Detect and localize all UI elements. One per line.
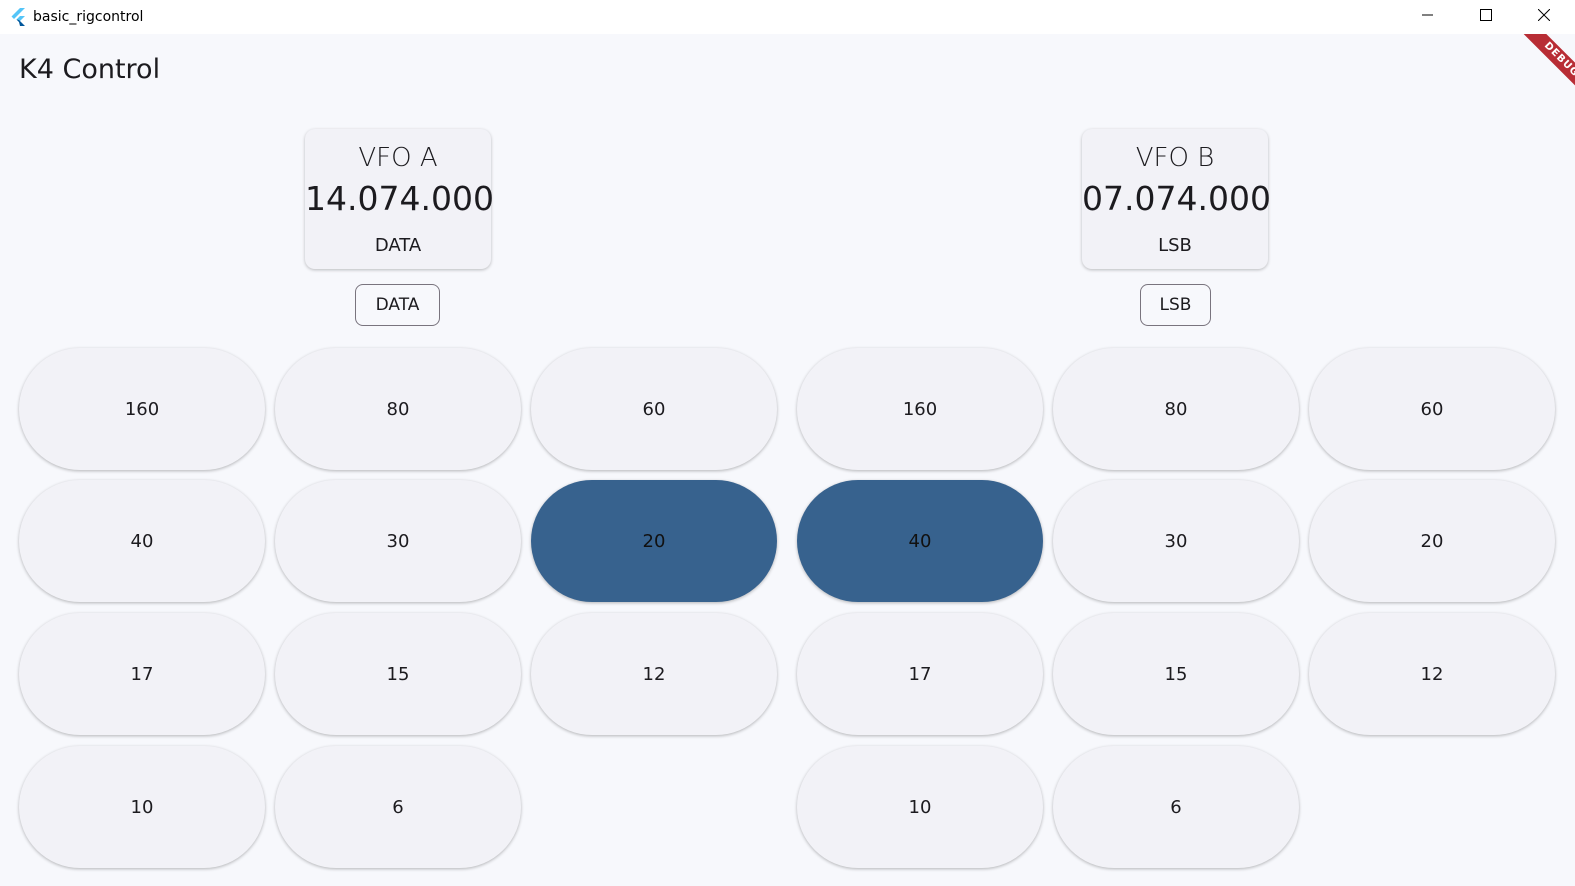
vfo-a-band-button[interactable]: 80 (275, 348, 521, 470)
vfo-a-band-button[interactable]: 12 (531, 613, 777, 735)
vfo-b-band-button[interactable]: 160 (797, 348, 1043, 470)
minimize-button[interactable] (1399, 0, 1457, 34)
vfo-b-mode-button[interactable]: LSB (1140, 284, 1211, 326)
close-icon (1537, 8, 1551, 26)
minimize-icon (1422, 8, 1434, 26)
vfo-b-band-button[interactable]: 80 (1053, 348, 1299, 470)
flutter-logo-icon (9, 7, 29, 27)
window-title: basic_rigcontrol (33, 9, 144, 25)
maximize-icon (1480, 8, 1492, 26)
debug-banner-label: DEBUG (1519, 34, 1575, 102)
vfo-b-band-button[interactable]: 6 (1053, 746, 1299, 868)
vfo-a-mode: DATA (374, 235, 422, 256)
vfo-a-band-button[interactable]: 60 (531, 348, 777, 470)
debug-banner: DEBUG (1505, 34, 1575, 104)
maximize-button[interactable] (1457, 0, 1515, 34)
vfo-b-label: VFO B (1135, 143, 1215, 173)
vfo-a-band-button[interactable]: 15 (275, 613, 521, 735)
vfo-a-label: VFO A (358, 143, 438, 173)
vfo-b-band-button[interactable]: 20 (1309, 480, 1555, 602)
vfo-a-band-button[interactable]: 6 (275, 746, 521, 868)
vfo-b-band-button[interactable]: 15 (1053, 613, 1299, 735)
vfo-a-band-button[interactable]: 20 (531, 480, 777, 602)
vfo-b-band-button[interactable]: 17 (797, 613, 1043, 735)
vfo-b-band-button[interactable]: 12 (1309, 613, 1555, 735)
vfo-a-card: VFO A 14.074.000 DATA (305, 129, 494, 269)
vfo-a-band-button[interactable]: 17 (19, 613, 265, 735)
vfo-b-band-button[interactable]: 60 (1309, 348, 1555, 470)
vfo-a-band-button[interactable]: 10 (19, 746, 265, 868)
vfo-a-mode-button[interactable]: DATA (355, 284, 440, 326)
vfo-a-band-button[interactable]: 30 (275, 480, 521, 602)
vfo-b-band-button[interactable]: 30 (1053, 480, 1299, 602)
vfo-b-mode: LSB (1158, 235, 1192, 256)
vfo-a-band-button[interactable]: 160 (19, 348, 265, 470)
vfo-a-frequency: 14.074.000 (305, 179, 494, 218)
vfo-b-band-button[interactable]: 10 (797, 746, 1043, 868)
page-title: K4 Control (19, 54, 161, 85)
vfo-b-frequency: 07.074.000 (1082, 179, 1271, 218)
vfo-b-band-button[interactable]: 40 (797, 480, 1043, 602)
vfo-a-band-button[interactable]: 40 (19, 480, 265, 602)
vfo-b-card: VFO B 07.074.000 LSB (1082, 129, 1271, 269)
window-titlebar: basic_rigcontrol (0, 0, 1575, 34)
close-button[interactable] (1515, 0, 1573, 34)
